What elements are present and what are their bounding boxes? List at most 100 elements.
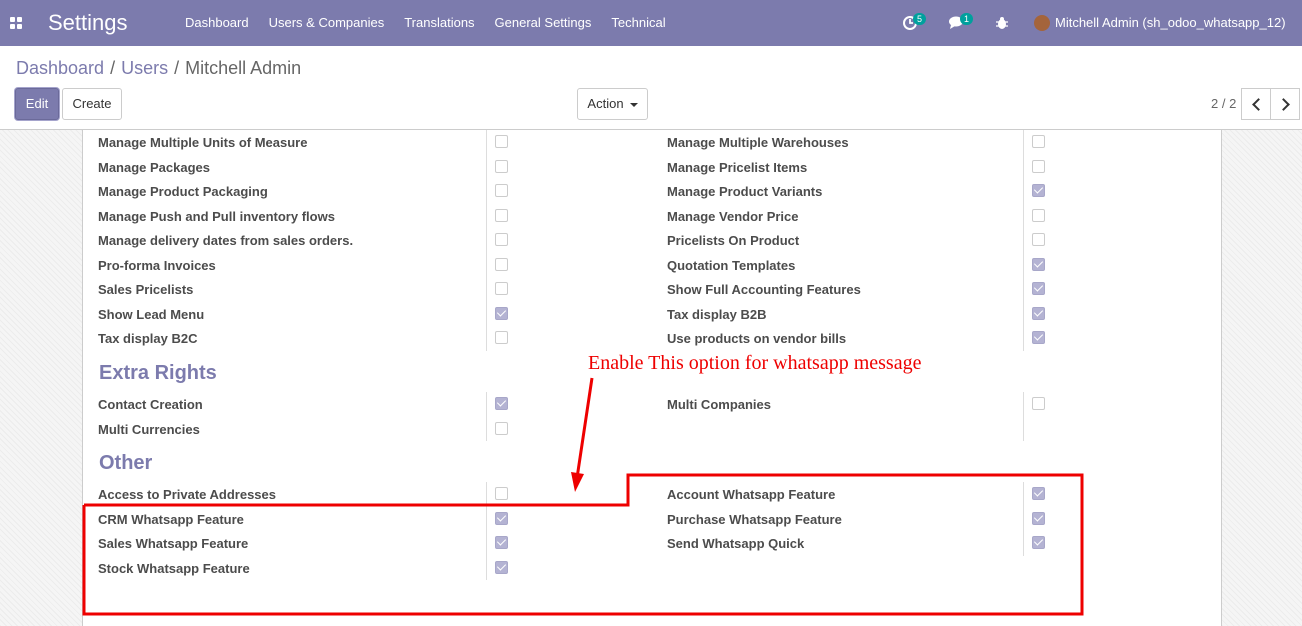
field-label-send-whatsapp-quick: Send Whatsapp Quick xyxy=(667,536,805,551)
column-divider xyxy=(1023,252,1024,277)
column-divider xyxy=(486,252,487,277)
edit-button[interactable]: Edit xyxy=(15,88,59,120)
field-label-purchase-whatsapp-feature: Purchase Whatsapp Feature xyxy=(667,511,842,527)
column-divider xyxy=(1023,416,1024,441)
checkbox-manage-push-and-pull-inventory-flows[interactable] xyxy=(495,208,508,222)
menu-item-translations[interactable]: Translations xyxy=(394,0,484,46)
field-label-quotation-templates: Quotation Templates xyxy=(667,257,796,273)
column-divider xyxy=(1023,531,1024,556)
field-label-tax-display-b2c: Tax display B2C xyxy=(98,331,198,346)
column-divider xyxy=(1023,506,1024,531)
column-divider xyxy=(1023,179,1024,204)
annotation-text: Enable This option for whatsapp message xyxy=(588,352,922,374)
breadcrumb-dashboard[interactable]: Dashboard xyxy=(16,58,104,79)
column-divider xyxy=(486,130,487,155)
field-label-sales-whatsapp-feature: Sales Whatsapp Feature xyxy=(98,536,249,551)
menu-item-general-settings[interactable]: General Settings xyxy=(485,0,602,46)
checkbox-sales-pricelists[interactable] xyxy=(495,282,508,295)
breadcrumb-current: Mitchell Admin xyxy=(185,58,302,78)
field-label-crm-whatsapp-feature: CRM Whatsapp Feature xyxy=(98,511,244,527)
field-label-pro-forma-invoices: Pro-forma Invoices xyxy=(98,257,216,273)
checkbox-account-whatsapp-feature[interactable] xyxy=(1032,487,1045,500)
column-divider xyxy=(1023,228,1024,253)
action-dropdown-button[interactable]: Action xyxy=(577,88,648,120)
messaging-systray[interactable]: 1 xyxy=(944,0,978,46)
field-label-manage-push-and-pull-inventory-flows: Manage Push and Pull inventory flows xyxy=(98,208,335,224)
checkbox-manage-delivery-dates-from-sales-orders[interactable] xyxy=(495,233,508,246)
column-divider xyxy=(1023,130,1024,155)
checkbox-manage-pricelist-items[interactable] xyxy=(1032,159,1045,173)
activity-systray[interactable]: 5 xyxy=(898,0,932,46)
column-divider xyxy=(486,555,487,580)
column-divider xyxy=(486,277,487,302)
checkbox-tax-display-b2c[interactable] xyxy=(495,331,508,344)
main-menu: Dashboard Users & Companies Translations… xyxy=(175,0,676,46)
column-divider xyxy=(1023,326,1024,351)
field-label-manage-packages: Manage Packages xyxy=(98,159,211,175)
checkbox-contact-creation[interactable] xyxy=(495,397,508,410)
avatar[interactable] xyxy=(1034,15,1050,31)
checkbox-show-lead-menu[interactable] xyxy=(495,306,508,320)
column-divider xyxy=(1023,154,1024,179)
form-sheet xyxy=(82,130,1222,626)
pager-previous-button[interactable] xyxy=(1241,88,1271,120)
bug-icon xyxy=(996,17,1008,29)
checkbox-crm-whatsapp-feature[interactable] xyxy=(495,511,508,525)
pager-value: 2 / 2 xyxy=(1211,96,1237,111)
checkbox-multi-companies[interactable] xyxy=(1032,397,1045,410)
app-title: Settings xyxy=(48,10,128,35)
column-divider xyxy=(1023,277,1024,302)
checkbox-manage-packages[interactable] xyxy=(495,159,508,173)
checkbox-tax-display-b2b[interactable] xyxy=(1032,306,1045,320)
checkbox-manage-product-variants[interactable] xyxy=(1032,184,1045,197)
pager-next-button[interactable] xyxy=(1270,88,1300,120)
field-label-multi-companies: Multi Companies xyxy=(667,397,772,412)
activity-count-badge: 5 xyxy=(913,13,927,25)
column-divider xyxy=(486,179,487,204)
checkbox-multi-currencies[interactable] xyxy=(495,421,508,435)
menu-item-dashboard[interactable]: Dashboard xyxy=(175,0,259,46)
column-divider xyxy=(1023,203,1024,228)
column-divider xyxy=(486,326,487,351)
column-divider xyxy=(486,203,487,228)
field-label-manage-multiple-units-of-measure: Manage Multiple Units of Measure xyxy=(98,135,308,150)
column-divider xyxy=(1023,301,1024,326)
checkbox-purchase-whatsapp-feature[interactable] xyxy=(1032,511,1045,525)
checkbox-manage-vendor-price[interactable] xyxy=(1032,208,1045,222)
checkbox-pro-forma-invoices[interactable] xyxy=(495,257,508,271)
section-title-extra-rights: Extra Rights xyxy=(99,362,217,384)
checkbox-manage-multiple-warehouses[interactable] xyxy=(1032,135,1045,148)
field-label-pricelists-on-product: Pricelists On Product xyxy=(667,233,800,248)
debug-systray[interactable] xyxy=(992,0,1014,46)
menu-item-technical[interactable]: Technical xyxy=(601,0,675,46)
field-label-tax-display-b2b: Tax display B2B xyxy=(667,306,767,322)
messages-count-badge: 1 xyxy=(960,13,974,25)
chevron-right-icon xyxy=(1277,98,1290,111)
field-label-multi-currencies: Multi Currencies xyxy=(98,421,200,437)
checkbox-access-to-private-addresses[interactable] xyxy=(495,487,508,500)
breadcrumb-separator: / xyxy=(110,58,116,78)
field-label-stock-whatsapp-feature: Stock Whatsapp Feature xyxy=(98,560,250,576)
field-label-manage-pricelist-items: Manage Pricelist Items xyxy=(667,159,808,175)
field-label-manage-multiple-warehouses: Manage Multiple Warehouses xyxy=(667,135,849,150)
checkbox-sales-whatsapp-feature[interactable] xyxy=(495,536,508,549)
chevron-left-icon xyxy=(1252,98,1265,111)
field-label-manage-vendor-price: Manage Vendor Price xyxy=(667,208,799,224)
menu-item-users-companies[interactable]: Users & Companies xyxy=(259,0,395,46)
checkbox-send-whatsapp-quick[interactable] xyxy=(1032,536,1045,549)
create-button[interactable]: Create xyxy=(62,88,122,120)
column-divider xyxy=(1023,392,1024,417)
breadcrumb-users[interactable]: Users xyxy=(121,58,168,79)
checkbox-stock-whatsapp-feature[interactable] xyxy=(495,560,508,574)
user-menu[interactable]: Mitchell Admin (sh_odoo_whatsapp_12) xyxy=(1055,15,1286,30)
breadcrumb-separator: / xyxy=(174,58,180,78)
apps-menu-icon[interactable] xyxy=(10,17,22,29)
checkbox-use-products-on-vendor-bills[interactable] xyxy=(1032,331,1045,344)
checkbox-quotation-templates[interactable] xyxy=(1032,257,1045,271)
checkbox-pricelists-on-product[interactable] xyxy=(1032,233,1045,246)
column-divider xyxy=(486,482,487,507)
field-label-contact-creation: Contact Creation xyxy=(98,397,203,412)
checkbox-show-full-accounting-features[interactable] xyxy=(1032,282,1045,295)
checkbox-manage-product-packaging[interactable] xyxy=(495,184,508,197)
checkbox-manage-multiple-units-of-measure[interactable] xyxy=(495,135,508,148)
